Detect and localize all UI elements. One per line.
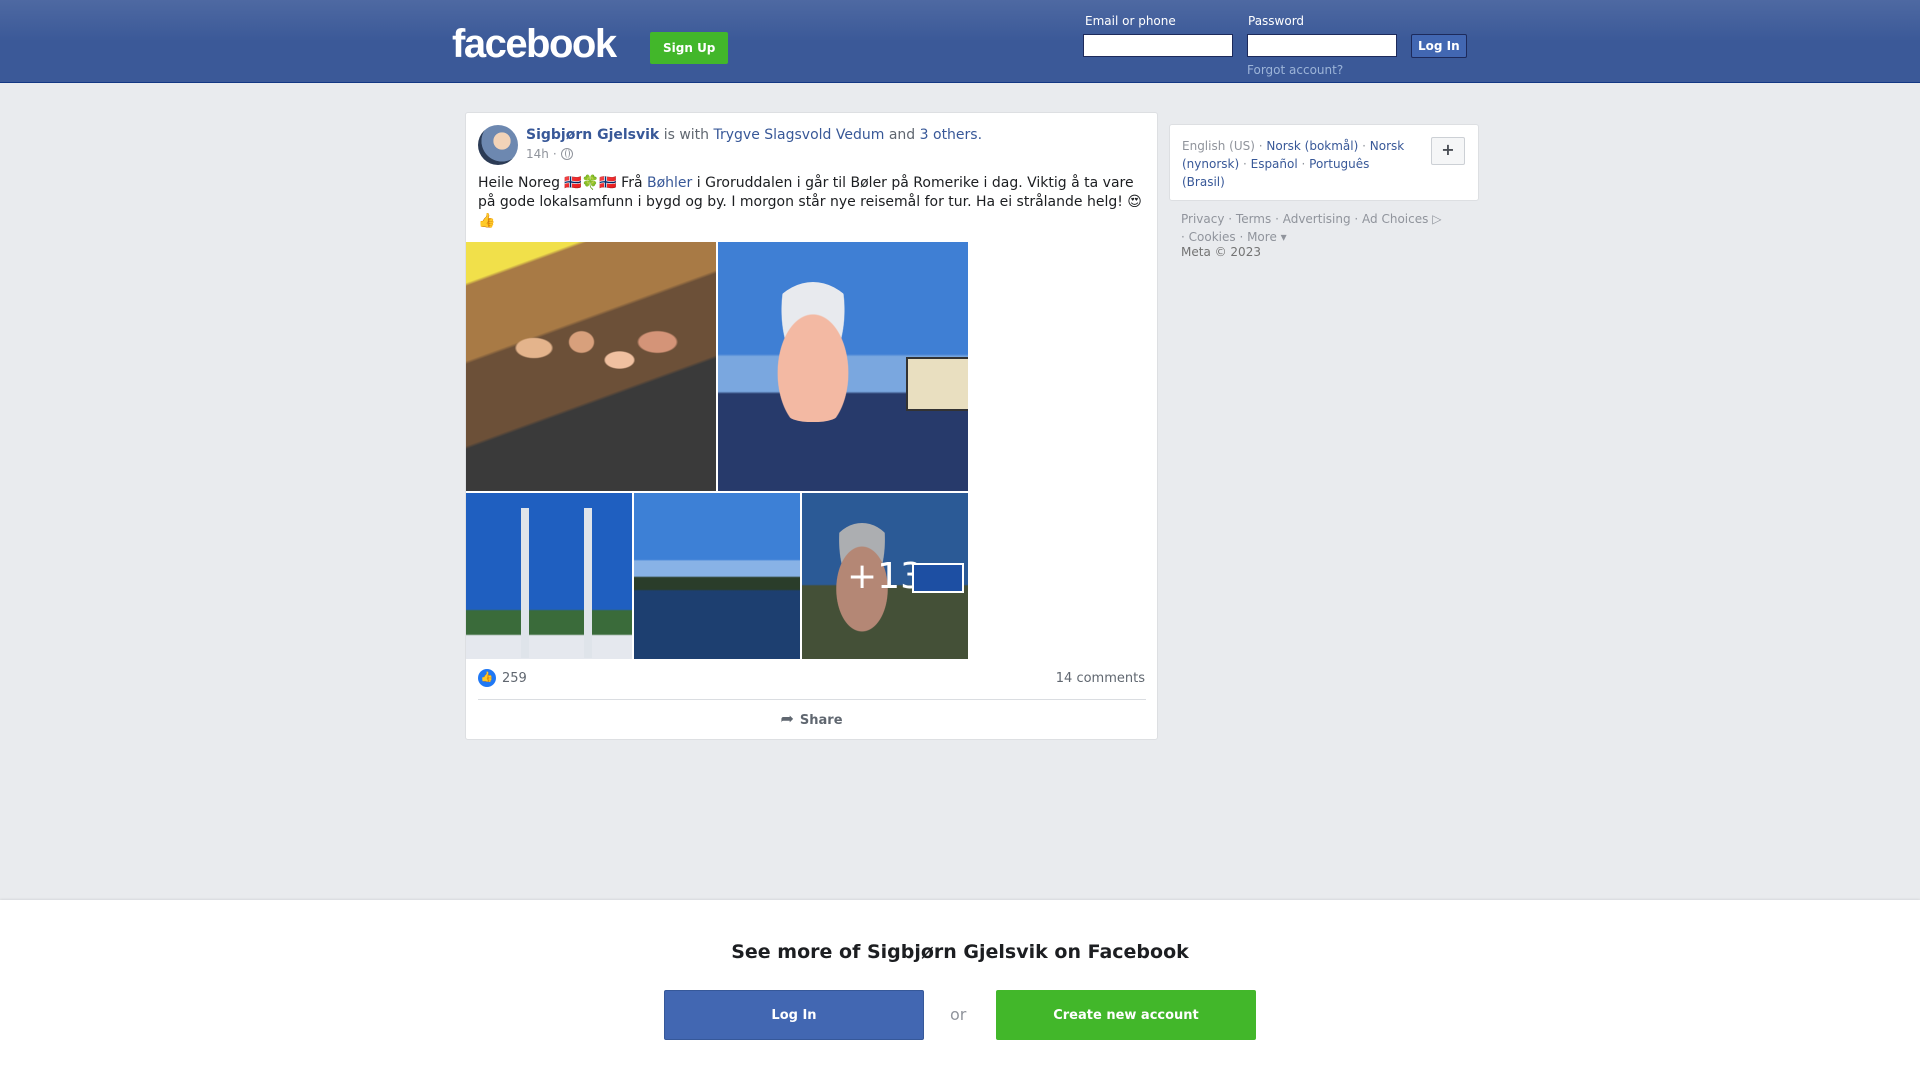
location-link[interactable]: Bøhler (647, 175, 692, 191)
photo-4[interactable] (634, 493, 800, 659)
post-meta: 14h · (526, 147, 573, 161)
footer-link-more[interactable]: More (1247, 230, 1277, 244)
photo-5[interactable]: +13 (802, 493, 968, 659)
post-timestamp[interactable]: 14h (526, 147, 549, 161)
footer-link-cookies[interactable]: Cookies (1189, 230, 1236, 244)
caret-down-icon: ▾ (1276, 230, 1287, 244)
reactions-summary[interactable]: 👍 259 (478, 669, 527, 687)
create-account-button[interactable]: Create new account (996, 990, 1256, 1040)
top-navigation-bar: facebook Sign Up Email or phone Password… (0, 0, 1920, 83)
ad-choices-icon: ▷ (1428, 212, 1442, 226)
with-text: is with (663, 127, 710, 143)
divider (478, 699, 1146, 700)
footer-links: Privacy · Terms · Advertising · Ad Choic… (1181, 212, 1442, 244)
comments-count-link[interactable]: 14 comments (1056, 671, 1145, 686)
language-list: English (US) · Norsk (bokmål) · Norsk (n… (1182, 139, 1405, 189)
footer-link-privacy[interactable]: Privacy (1181, 212, 1224, 226)
photo-1[interactable] (466, 242, 716, 491)
globe-icon (560, 148, 573, 160)
current-language: English (US) (1182, 139, 1255, 153)
share-icon: ➦ (780, 709, 794, 728)
password-label: Password (1248, 14, 1305, 28)
like-icon: 👍 (478, 669, 496, 687)
photo-3[interactable] (466, 493, 632, 659)
post-header: Sigbjørn Gjelsvik is with Trygve Slagsvo… (526, 127, 982, 143)
copyright: Meta © 2023 (1181, 245, 1261, 259)
log-in-button[interactable]: Log In (1411, 34, 1467, 58)
password-field[interactable] (1247, 34, 1397, 57)
more-photos-overlay[interactable]: +13 (802, 493, 968, 659)
email-field[interactable] (1083, 34, 1233, 57)
photo-2[interactable] (718, 242, 968, 491)
footer-link-advertising[interactable]: Advertising (1283, 212, 1351, 226)
and-text: and (888, 127, 916, 143)
language-link[interactable]: Norsk (bokmål) (1266, 139, 1358, 153)
email-label: Email or phone (1085, 14, 1176, 28)
post-text: Heile Noreg 🇳🇴🍀🇳🇴 Frå Bøhler i Groruddal… (478, 174, 1148, 231)
login-prompt-banner: See more of Sigbjørn Gjelsvik on Faceboo… (0, 900, 1920, 1080)
sign-up-button[interactable]: Sign Up (650, 32, 729, 64)
others-link[interactable]: 3 others. (920, 127, 982, 143)
post-text-start: Heile Noreg 🇳🇴🍀🇳🇴 Frå (478, 175, 643, 191)
footer-link-terms[interactable]: Terms (1236, 212, 1271, 226)
facebook-logo[interactable]: facebook (452, 22, 617, 67)
meta-separator: · (552, 147, 557, 161)
banner-log-in-button[interactable]: Log In (664, 990, 924, 1040)
share-button[interactable]: ➦ Share (466, 709, 1157, 728)
post-card: Sigbjørn Gjelsvik is with Trygve Slagsvo… (465, 112, 1158, 740)
footer-link-ad-choices[interactable]: Ad Choices (1362, 212, 1428, 226)
author-name-link[interactable]: Sigbjørn Gjelsvik (526, 127, 659, 143)
tagged-person-link[interactable]: Trygve Slagsvold Vedum (714, 127, 885, 143)
or-separator: or (950, 1005, 967, 1024)
more-languages-button[interactable]: + (1431, 137, 1465, 165)
banner-title: See more of Sigbjørn Gjelsvik on Faceboo… (731, 941, 1189, 963)
author-avatar[interactable] (478, 125, 518, 165)
like-count: 259 (502, 670, 527, 686)
forgot-account-link[interactable]: Forgot account? (1247, 63, 1343, 77)
language-link[interactable]: Español (1251, 157, 1298, 171)
language-selector-box: English (US) · Norsk (bokmål) · Norsk (n… (1169, 124, 1479, 201)
share-label: Share (799, 713, 843, 728)
